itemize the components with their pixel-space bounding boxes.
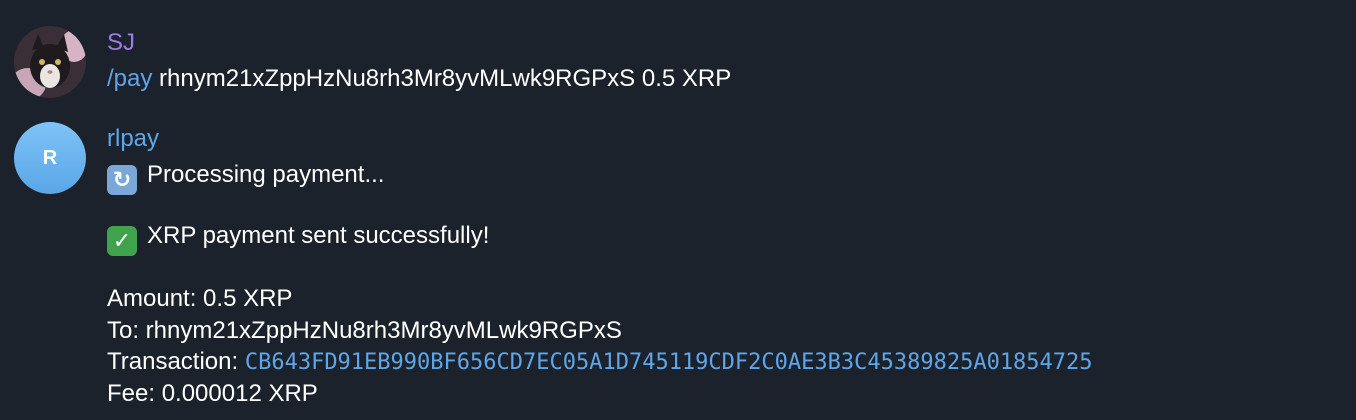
check-mark-emoji-icon: ✓ <box>107 226 137 256</box>
transaction-line: Transaction: CB643FD91EB990BF656CD7EC05A… <box>107 347 1093 378</box>
sender-name[interactable]: rlpay <box>107 124 159 154</box>
processing-text: Processing payment... <box>147 161 385 188</box>
success-text: XRP payment sent successfully! <box>147 222 490 249</box>
refresh-emoji-icon: ↻ <box>107 165 137 195</box>
bot-avatar[interactable]: R <box>14 122 86 194</box>
transaction-hash-link[interactable]: CB643FD91EB990BF656CD7EC05A1D745119CDF2C… <box>245 350 1093 375</box>
fee-line: Fee: 0.000012 XRP <box>107 380 318 407</box>
processing-line: ↻ Processing payment... <box>107 160 384 195</box>
to-line: To: rhnym21xZppHzNu8rh3Mr8yvMLwk9RGPxS <box>107 317 622 344</box>
message-rlpay: R rlpay ↻ Processing payment... ✓ XRP paym… <box>0 0 1356 420</box>
avatar-letter: R <box>42 146 58 169</box>
transaction-label: Transaction: <box>107 348 245 375</box>
amount-line: Amount: 0.5 XRP <box>107 285 293 312</box>
success-line: ✓ XRP payment sent successfully! <box>107 221 489 256</box>
